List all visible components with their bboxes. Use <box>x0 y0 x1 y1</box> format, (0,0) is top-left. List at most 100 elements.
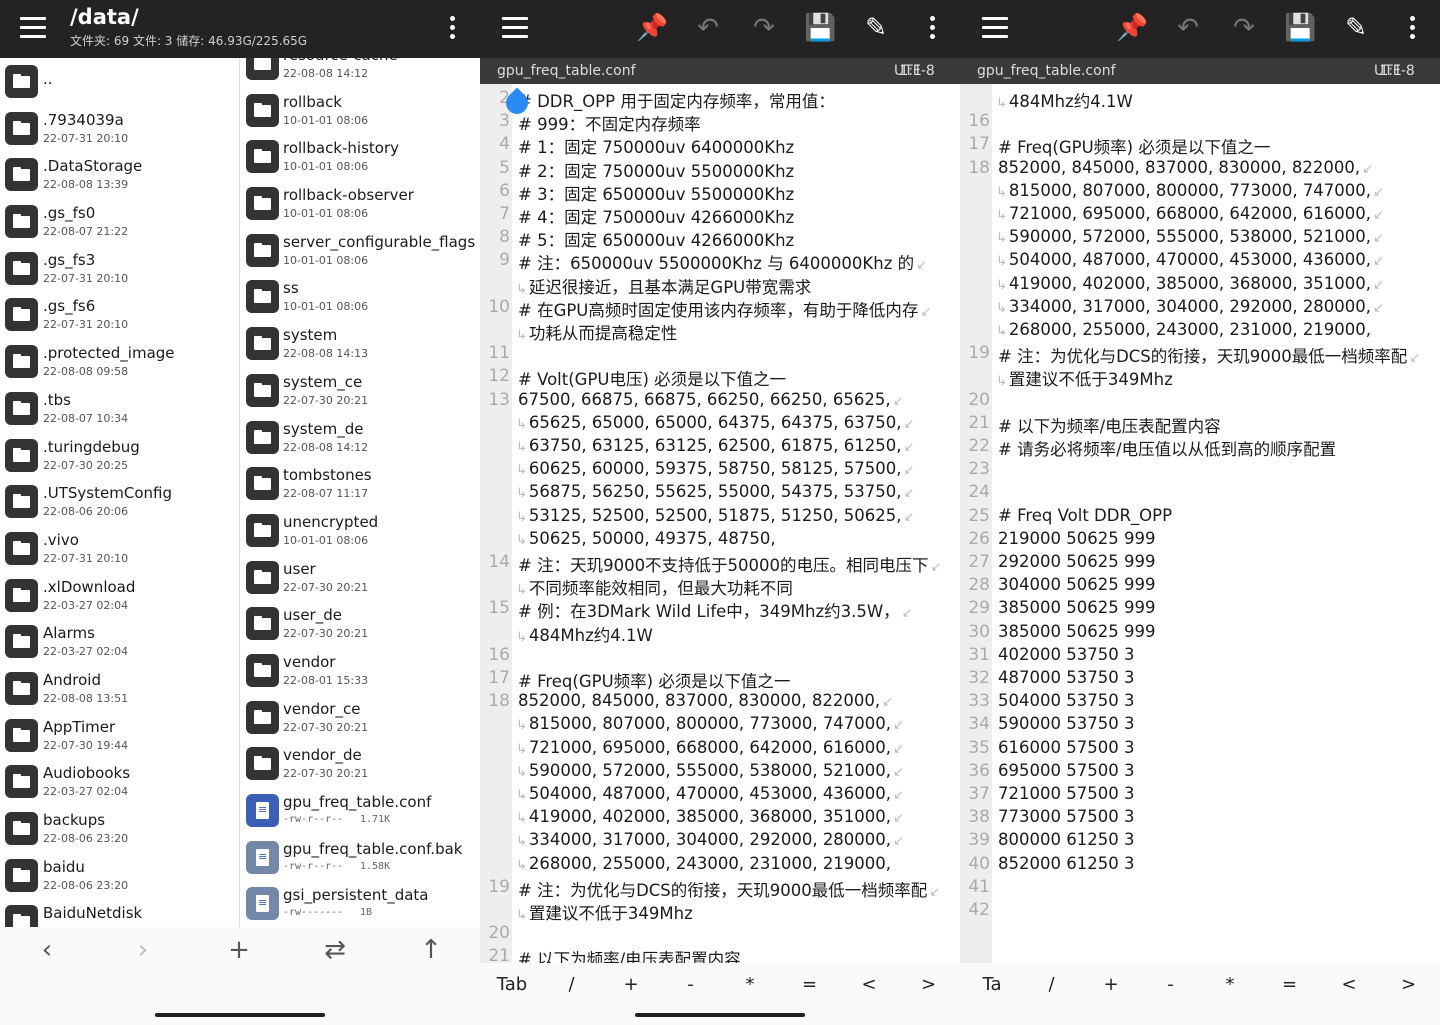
line-number: 9 <box>499 250 510 271</box>
folder-item[interactable]: server_configurable_flags 10-01-01 08:06 <box>240 227 480 274</box>
symbol-key[interactable]: < <box>849 974 889 995</box>
folder-item[interactable]: .protected_image 22-08-08 09:58 <box>0 338 239 385</box>
code-text: # DDR_OPP 用于固定内存频率，常用值： <box>518 92 835 111</box>
folder-item[interactable]: system_de 22-08-08 14:12 <box>240 414 480 461</box>
edit-icon[interactable]: ✎ <box>1340 12 1372 44</box>
symbol-key[interactable]: = <box>790 974 830 995</box>
symbol-key[interactable]: / <box>552 974 592 995</box>
parent-folder-button[interactable]: ↑ <box>411 935 451 965</box>
folder-item[interactable]: resource-cache 22-08-08 14:12 <box>240 58 480 87</box>
folder-item[interactable]: .xlDownload 22-03-27 02:04 <box>0 572 239 619</box>
item-date: 10-01-01 08:06 <box>283 533 369 547</box>
file-item[interactable]: gpu_freq_table.conf.bak -rw-r--r-- 1.58K <box>240 834 480 881</box>
folder-item[interactable]: .turingdebug 22-07-30 20:25 <box>0 432 239 479</box>
folder-item[interactable]: system 22-08-08 14:13 <box>240 320 480 367</box>
symbol-key[interactable]: Ta <box>972 974 1012 995</box>
folder-item[interactable]: backups 22-08-06 23:20 <box>0 805 239 852</box>
symbol-key[interactable]: > <box>1389 974 1429 995</box>
code-line: # 注：为优化与DCS的衔接，天玑9000最低一档频率配 ↙ <box>998 343 1420 367</box>
line-number: 16 <box>488 644 510 665</box>
swap-pane-button[interactable]: ⇄ <box>315 935 355 965</box>
code-line: 773000 57500 3 <box>998 807 1134 826</box>
pin-icon[interactable]: 📌 <box>1116 12 1148 44</box>
folder-item[interactable]: BaiduNetdisk <box>0 898 239 927</box>
folder-item[interactable]: vendor_de 22-07-30 20:21 <box>240 740 480 787</box>
folder-item[interactable]: .UTSystemConfig 22-08-06 20:06 <box>0 478 239 525</box>
symbol-key[interactable]: Tab <box>492 974 532 995</box>
symbol-key[interactable]: = <box>1270 974 1310 995</box>
folder-item[interactable]: rollback 10-01-01 08:06 <box>240 87 480 134</box>
wrap-indicator-icon: ↙ <box>892 393 904 409</box>
folder-item[interactable]: user 22-07-30 20:21 <box>240 554 480 601</box>
folder-item[interactable]: vendor_ce 22-07-30 20:21 <box>240 694 480 741</box>
item-name: .turingdebug <box>43 437 140 456</box>
folder-item[interactable]: .gs_fs6 22-07-31 20:10 <box>0 291 239 338</box>
redo-icon[interactable]: ↷ <box>1228 12 1260 44</box>
save-icon[interactable]: 💾 <box>804 12 836 44</box>
undo-icon[interactable]: ↶ <box>692 12 724 44</box>
code-line: # 注：650000uv 5500000Khz 与 6400000Khz 的 ↙ <box>518 250 927 274</box>
symbol-key[interactable]: - <box>671 974 711 995</box>
symbol-key[interactable]: + <box>1091 974 1131 995</box>
folder-item[interactable]: rollback-observer 10-01-01 08:06 <box>240 180 480 227</box>
add-button[interactable]: + <box>219 935 259 965</box>
wrap-indicator-icon: ↳ <box>516 857 527 873</box>
item-name: rollback-history <box>283 139 400 158</box>
folder-item[interactable]: Alarms 22-03-27 02:04 <box>0 618 239 665</box>
code-area-2[interactable]: ↳ 484Mhz约4.1W # Freq(GPU频率) 必须是以下值之一 852000… <box>992 84 1440 963</box>
folder-item[interactable]: rollback-history 10-01-01 08:06 <box>240 133 480 180</box>
folder-item[interactable]: .7934039a 22-07-31 20:10 <box>0 105 239 152</box>
folder-item[interactable]: system_ce 22-07-30 20:21 <box>240 367 480 414</box>
more-options-icon[interactable] <box>450 16 455 43</box>
symbol-key[interactable]: + <box>611 974 651 995</box>
file-tab-2[interactable]: gpu_freq_table.conf 1:1 UTF-8 <box>960 58 1440 84</box>
folder-item[interactable]: AppTimer 22-07-30 19:44 <box>0 712 239 759</box>
folder-item[interactable]: .DataStorage 22-08-08 13:39 <box>0 151 239 198</box>
code-text: 815000, 807000, 800000, 773000, 747000, <box>1008 180 1372 200</box>
code-text: 487000 53750 3 <box>998 668 1135 687</box>
symbol-key[interactable]: * <box>1210 974 1250 995</box>
back-button[interactable]: ‹ <box>27 935 67 965</box>
folder-item[interactable]: unencrypted 10-01-01 08:06 <box>240 507 480 554</box>
folder-item[interactable]: ss 10-01-01 08:06 <box>240 273 480 320</box>
symbol-key[interactable]: / <box>1032 974 1072 995</box>
menu-icon[interactable] <box>20 17 46 41</box>
code-text: 590000, 572000, 555000, 538000, 521000, <box>1008 227 1372 247</box>
folder-item[interactable]: .gs_fs3 22-07-31 20:10 <box>0 245 239 292</box>
folder-item[interactable]: .gs_fs0 22-08-07 21:22 <box>0 198 239 245</box>
folder-item[interactable]: vendor 22-08-01 15:33 <box>240 647 480 694</box>
undo-icon[interactable]: ↶ <box>1172 12 1204 44</box>
folder-item[interactable]: tombstones 22-08-07 11:17 <box>240 460 480 507</box>
folder-item[interactable]: baidu 22-08-06 23:20 <box>0 852 239 899</box>
folder-item[interactable]: .. <box>0 58 239 105</box>
folder-icon <box>5 111 38 145</box>
menu-icon[interactable] <box>982 17 1008 41</box>
folder-icon <box>5 905 38 927</box>
item-name: system_de <box>283 419 364 438</box>
symbol-key[interactable]: < <box>1329 974 1369 995</box>
file-item[interactable]: gpu_freq_table.conf -rw-r--r-- 1.71K <box>240 787 480 834</box>
file-item[interactable]: gsi_persistent_data -rw------- 1B <box>240 880 480 927</box>
more-options-icon[interactable] <box>1410 16 1415 43</box>
pin-icon[interactable]: 📌 <box>636 12 668 44</box>
folder-item[interactable]: Audiobooks 22-03-27 02:04 <box>0 758 239 805</box>
code-line: 852000, 845000, 837000, 830000, 822000, ↙ <box>998 158 1373 177</box>
file-tab[interactable]: gpu_freq_table.conf 1:1 UTF-8 <box>480 58 960 84</box>
redo-icon[interactable]: ↷ <box>748 12 780 44</box>
folder-icon <box>246 93 279 127</box>
code-text: 590000 53750 3 <box>998 714 1135 734</box>
save-icon[interactable]: 💾 <box>1284 12 1316 44</box>
symbol-key[interactable]: > <box>909 974 949 995</box>
folder-item[interactable]: user_de 22-07-30 20:21 <box>240 600 480 647</box>
folder-item[interactable]: .vivo 22-07-31 20:10 <box>0 525 239 572</box>
folder-item[interactable]: Android 22-08-08 13:51 <box>0 665 239 712</box>
edit-icon[interactable]: ✎ <box>860 12 892 44</box>
forward-button[interactable]: › <box>123 935 163 965</box>
symbol-key[interactable]: * <box>730 974 770 995</box>
folder-item[interactable]: .tbs 22-08-07 10:34 <box>0 385 239 432</box>
more-options-icon[interactable] <box>930 16 935 43</box>
code-area[interactable]: # DDR_OPP 用于固定内存频率，常用值： # 999：不固定内存频率 # 1：… <box>512 84 960 963</box>
menu-icon[interactable] <box>502 17 528 41</box>
symbol-key[interactable]: - <box>1151 974 1191 995</box>
folder-icon <box>246 420 279 454</box>
